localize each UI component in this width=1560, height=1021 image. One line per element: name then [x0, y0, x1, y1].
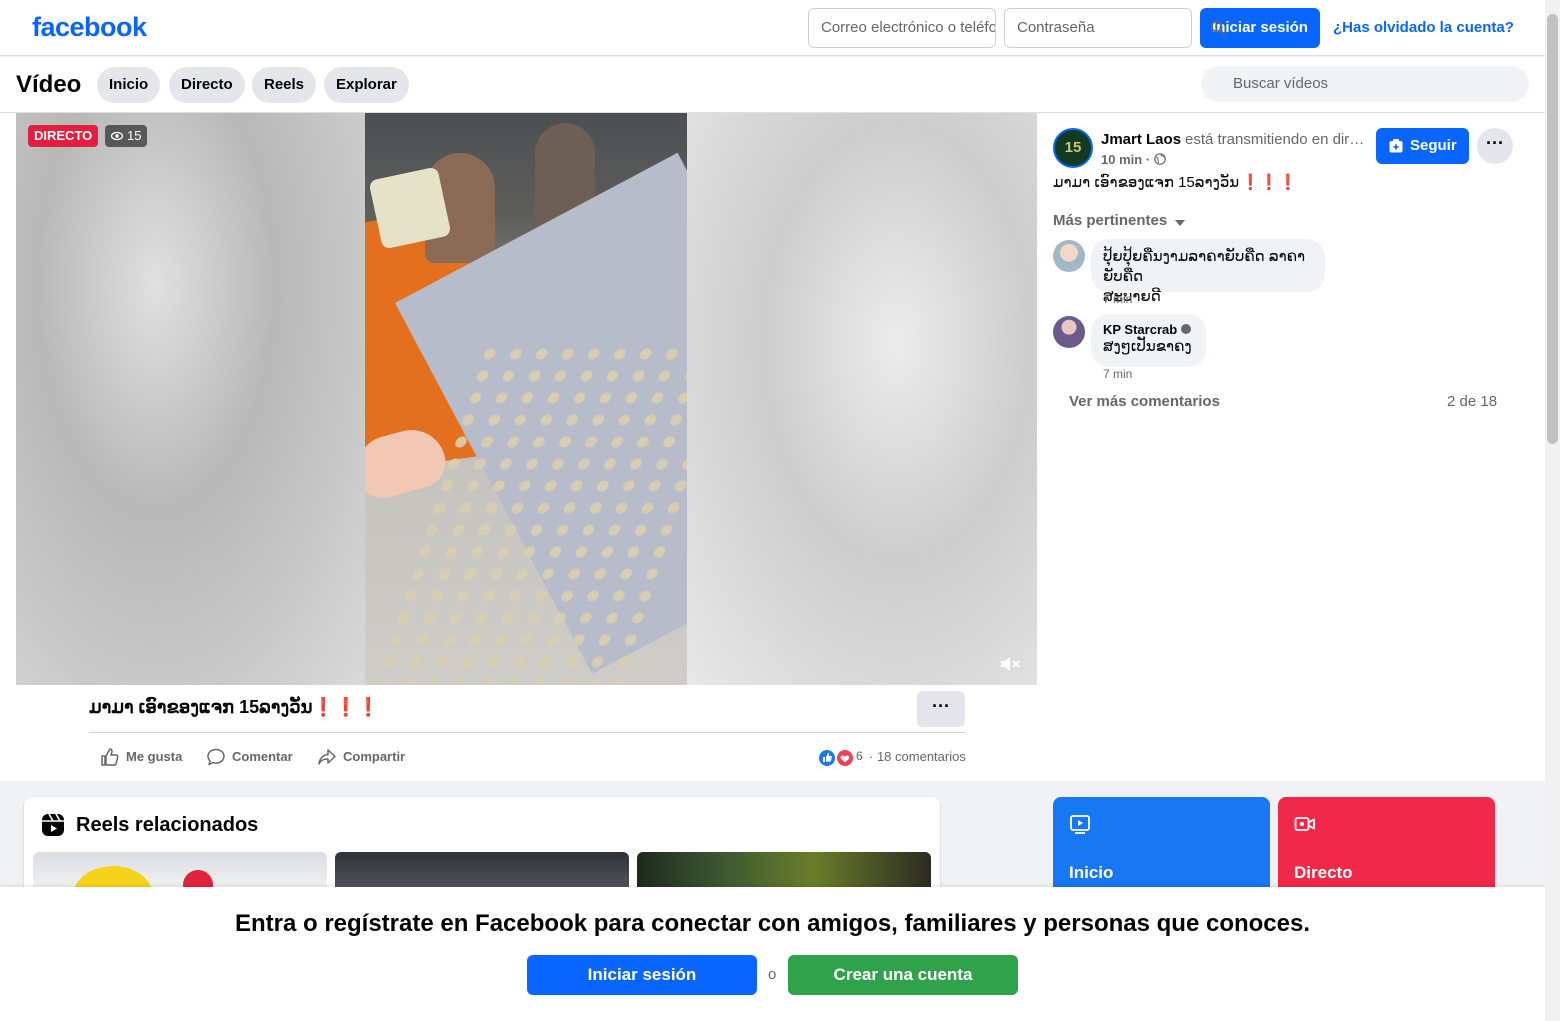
viewer-count: 15: [127, 128, 142, 143]
tab-directo[interactable]: Directo: [169, 67, 245, 103]
comment-icon: [207, 748, 225, 766]
share-button[interactable]: Compartir: [317, 746, 405, 768]
tile-label: Directo: [1294, 863, 1353, 882]
live-tile[interactable]: Directo: [1278, 797, 1495, 897]
post-more-button[interactable]: ···: [917, 691, 965, 727]
reels-icon: [42, 813, 64, 836]
comment-button[interactable]: Comentar: [206, 746, 293, 768]
muted-speaker-icon[interactable]: [998, 652, 1022, 676]
video-scene-shape: [368, 166, 452, 250]
search-videos-input[interactable]: Buscar vídeos: [1201, 66, 1529, 102]
comment-bubble: ປຸ້ຍປຸ້ຍຄືນງາມລາຄາຍັບຄືດ ລາຄາຍັບຄືດ ສະບາ…: [1091, 239, 1325, 305]
search-icon: [1210, 20, 1226, 36]
video-home-tile[interactable]: Inicio: [1053, 797, 1270, 897]
facebook-logo[interactable]: facebook: [32, 12, 147, 43]
comment-author[interactable]: KP Starcrab: [1103, 322, 1194, 337]
password-field[interactable]: Contraseña: [1004, 8, 1192, 48]
video-camera-icon: [1294, 817, 1315, 831]
more-dots-icon: ···: [1486, 133, 1504, 153]
post-title: ມາມາ ເອົາຂອງແຈກ 15ລາງວັນ❗❗❗: [89, 697, 380, 717]
follow-label: Seguir: [1410, 137, 1457, 154]
reactions-icon[interactable]: [818, 749, 856, 767]
badge-icon: [1181, 324, 1192, 334]
thumbs-up-icon: [101, 748, 119, 766]
globe-icon: [1154, 153, 1166, 165]
video-frame: [365, 113, 687, 685]
comments-count-link[interactable]: · 18 comentarios: [869, 749, 966, 764]
page-more-button[interactable]: ···: [1477, 128, 1513, 164]
eye-icon: [111, 131, 123, 141]
comment-label: Comentar: [232, 749, 293, 764]
video-nav-bar: Vídeo Inicio Directo Reels Explorar Busc…: [0, 57, 1545, 113]
video-home-icon: [1070, 815, 1090, 834]
create-account-button[interactable]: Crear una cuenta: [788, 955, 1018, 995]
tab-inicio[interactable]: Inicio: [97, 67, 161, 103]
reaction-count[interactable]: 6: [856, 749, 863, 763]
video-blur-backdrop: [687, 113, 1037, 685]
page-name[interactable]: Jmart Laos: [1101, 131, 1181, 148]
view-more-comments-link[interactable]: Ver más comentarios: [1069, 393, 1220, 410]
follow-button[interactable]: Seguir: [1376, 128, 1469, 164]
caption-text: ມາມາ ເອົາຂອງແຈກ 15ລາງວັນ: [1053, 174, 1240, 191]
login-prompt-bar: [0, 887, 1545, 1021]
post-caption: ມາມາ ເອົາຂອງແຈກ 15ລາງວັນ ❗❗❗: [1053, 173, 1297, 191]
share-icon: [318, 749, 336, 765]
share-label: Compartir: [343, 749, 406, 764]
or-separator: o: [768, 966, 777, 983]
avatar[interactable]: [1053, 316, 1085, 348]
comment-bubble: KP Starcrab ສງໆເປັນຂາຄງ: [1091, 314, 1206, 367]
top-bar: facebook Correo electrónico o teléfono C…: [0, 0, 1545, 56]
comment-time[interactable]: 7 min: [1103, 292, 1132, 306]
comment-text: ສງໆເປັນຂາຄງ: [1103, 338, 1192, 355]
divider: [89, 732, 965, 733]
bottom-login-button[interactable]: Iniciar sesión: [527, 955, 757, 995]
login-prompt-message: Entra o regístrate en Facebook para cone…: [234, 910, 1311, 937]
viewer-count-badge: 15: [105, 125, 148, 147]
avatar[interactable]: [1053, 240, 1085, 272]
forgot-account-link[interactable]: ¿Has olvidado la cuenta?: [1333, 19, 1514, 36]
comment-author-name: KP Starcrab: [1103, 322, 1178, 337]
comment-pager: 2 de 18: [1447, 393, 1498, 410]
post-time[interactable]: 10 min ·: [1101, 152, 1150, 167]
like-button[interactable]: Me gusta: [100, 746, 182, 768]
follow-page-icon: [1389, 139, 1403, 153]
scrollbar-thumb[interactable]: [1547, 14, 1558, 444]
comment-time[interactable]: 7 min: [1103, 367, 1132, 381]
like-label: Me gusta: [126, 749, 183, 764]
caption-exclamation: ❗❗❗: [1241, 174, 1298, 191]
comment-text: ປຸ້ຍປຸ້ຍຄືນງາມລາຄາຍັບຄືດ ລາຄາຍັບຄືດ: [1103, 248, 1306, 285]
tab-reels[interactable]: Reels: [252, 67, 317, 103]
section-title: Vídeo: [16, 71, 82, 98]
live-status-text: está transmitiendo en directo: [1185, 131, 1367, 148]
live-badge: DIRECTO: [28, 125, 99, 147]
video-player[interactable]: [16, 113, 1037, 685]
tab-explorar[interactable]: Explorar: [324, 67, 409, 103]
page-avatar[interactable]: 15: [1053, 128, 1093, 168]
comments-count: 18 comentarios: [876, 749, 966, 764]
video-blur-backdrop: [16, 113, 365, 685]
reels-section-title: Reels relacionados: [76, 814, 259, 836]
comment-text: ສະບາຍດີ: [1103, 288, 1161, 305]
tile-label: Inicio: [1069, 863, 1114, 882]
comment-sort-dropdown[interactable]: Más pertinentes: [1053, 212, 1186, 229]
more-dots-icon: ···: [932, 696, 950, 716]
email-field[interactable]: Correo electrónico o teléfono: [808, 8, 996, 48]
